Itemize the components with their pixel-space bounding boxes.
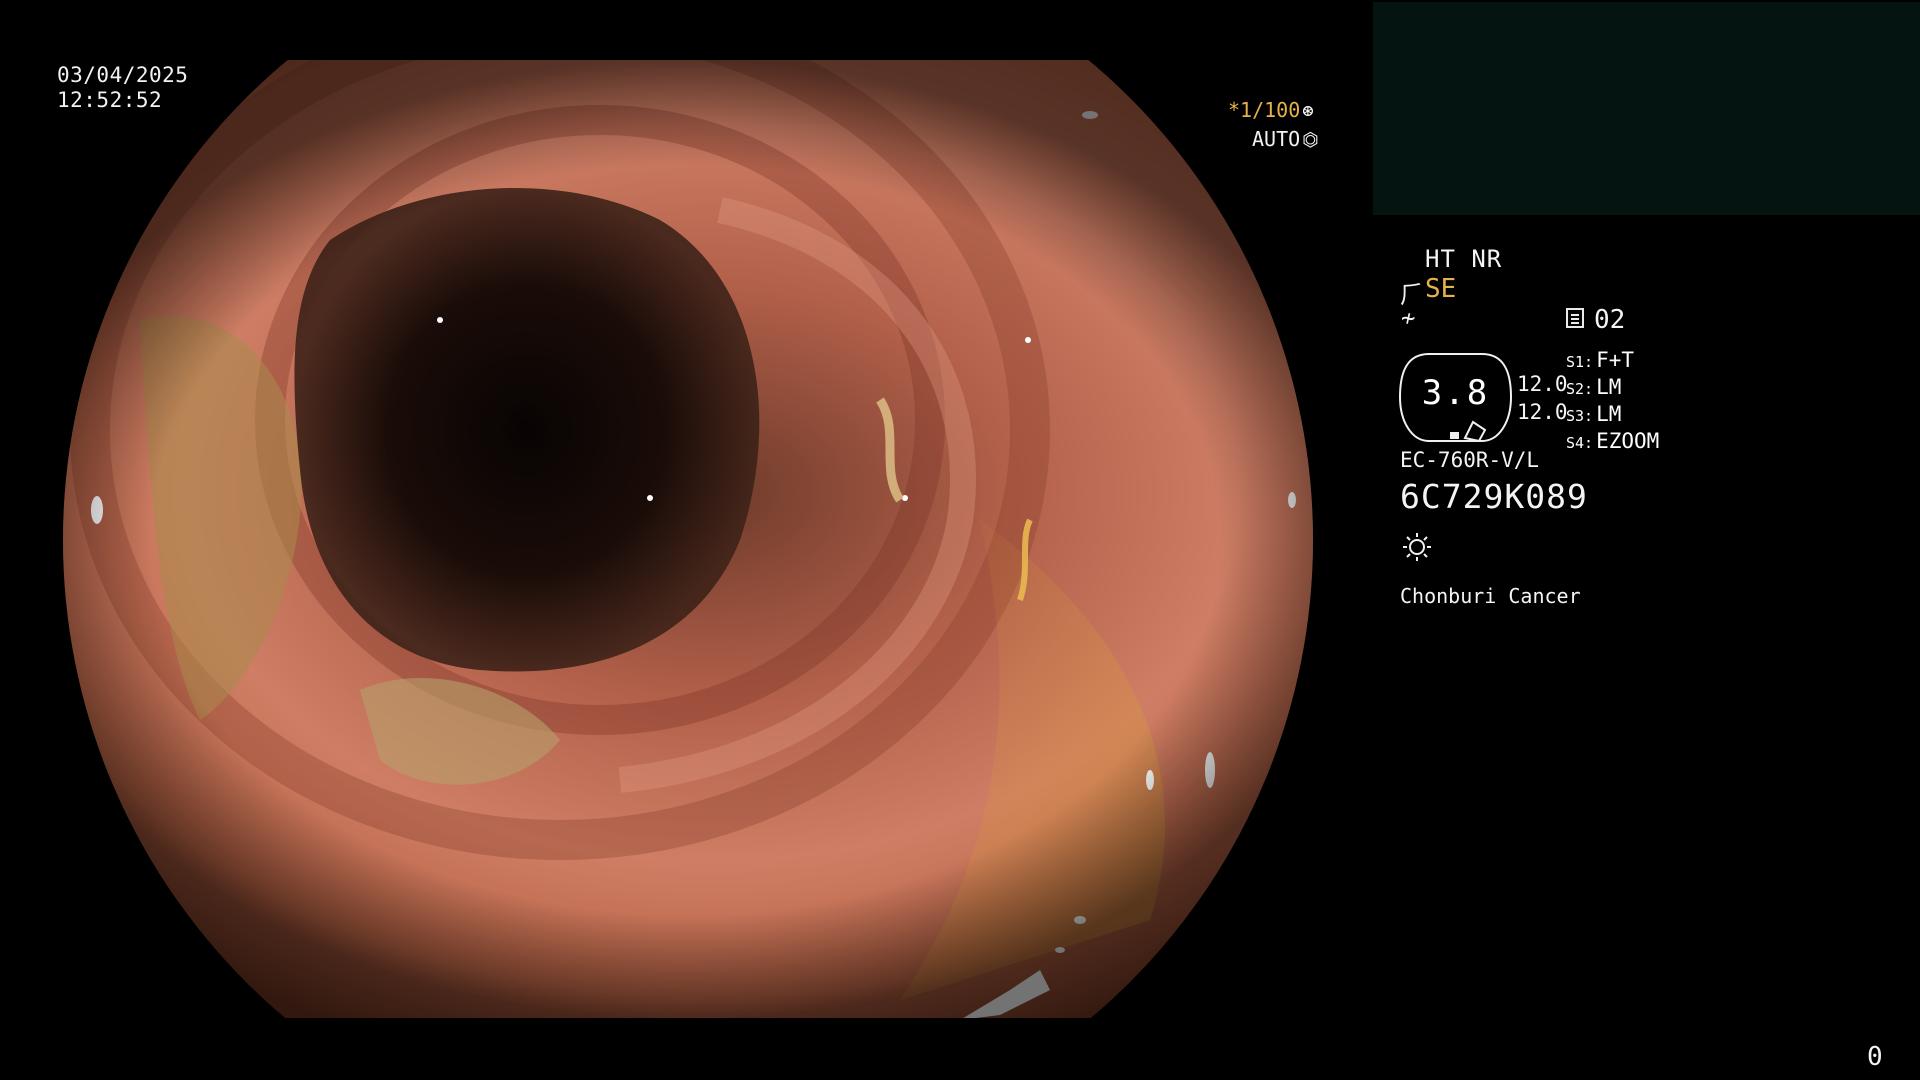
image-counter: 0 <box>1867 1042 1883 1072</box>
memory-icon <box>1566 308 1584 328</box>
wire-icon: ≁ <box>1401 304 1416 332</box>
zoom-value: 3.8 <box>1421 373 1490 413</box>
zoom-setting-2: 12.0 <box>1517 400 1568 424</box>
switch-slot: S1: F+T <box>1566 348 1635 372</box>
shutter-value: *1/100 <box>1228 98 1301 122</box>
endoscopy-image <box>0 0 1370 1080</box>
switch-slot: S2: LM <box>1566 375 1622 399</box>
auto-mode-readout: AUTO ⏣ <box>1252 127 1319 151</box>
scope-serial: 6C729K089 <box>1400 477 1588 516</box>
switch-slot: S3: LM <box>1566 402 1622 426</box>
scope-model: EC-760R-V/L <box>1400 448 1540 472</box>
iris-icon: ⏣ <box>1302 129 1319 151</box>
processing-flags: HT NR <box>1425 245 1503 273</box>
datetime-display: 03/04/2025 12:52:52 <box>57 63 188 113</box>
switch-assignments: S1: F+T S2: LM S3: LM S4: EZOOM <box>1566 348 1659 456</box>
thumbnail-panel <box>1373 2 1920 215</box>
colon-lumen-image <box>0 0 1370 1080</box>
light-icon <box>1403 533 1431 561</box>
enhancement-label: SE <box>1425 274 1457 304</box>
shutter-readout: *1/100 ⊛ <box>1228 98 1314 122</box>
auto-mode-label: AUTO <box>1252 127 1301 151</box>
zoom-setting-1: 12.0 <box>1517 372 1568 396</box>
date-text: 03/04/2025 <box>57 63 189 87</box>
memory-number: 02 <box>1594 305 1626 335</box>
time-text: 12:52:52 <box>57 88 163 112</box>
switch-slot: S4: EZOOM <box>1566 429 1660 453</box>
shutter-icon: ⊛ <box>1302 100 1314 122</box>
institution-name: Chonburi Cancer <box>1400 584 1581 608</box>
